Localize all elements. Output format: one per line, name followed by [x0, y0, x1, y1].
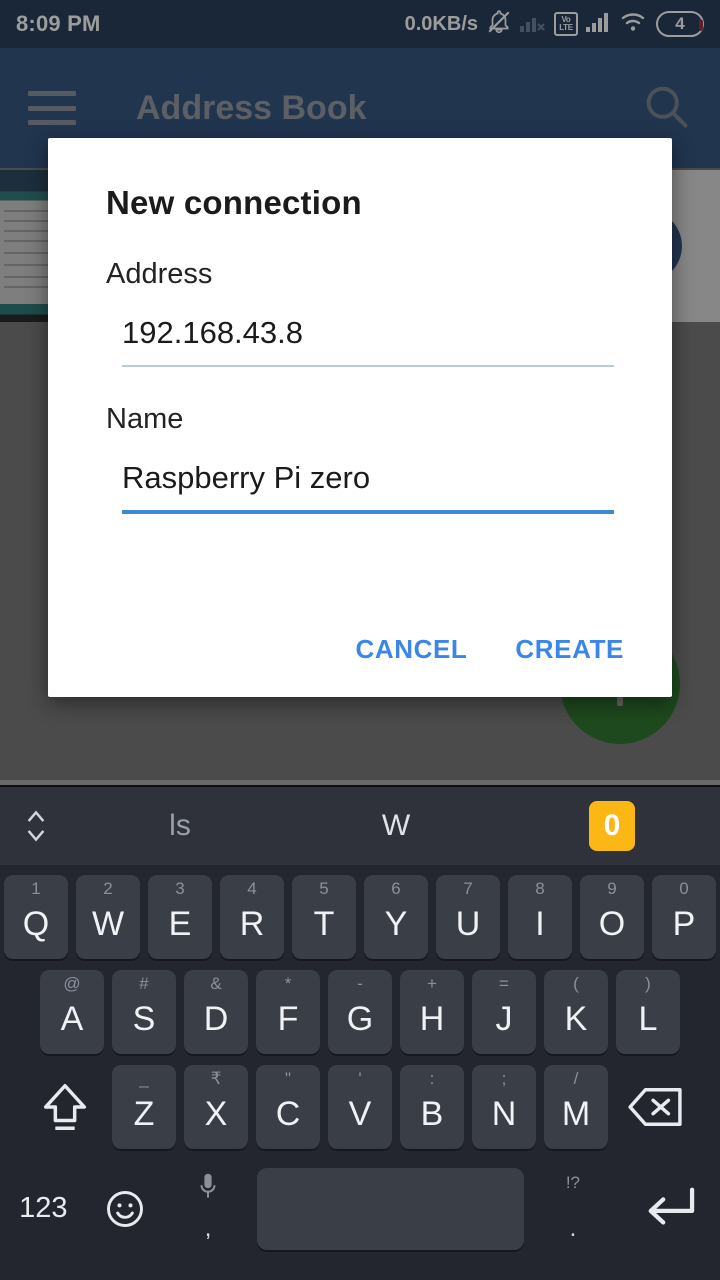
- key-l[interactable]: ) L: [616, 970, 680, 1054]
- key-o[interactable]: 9O: [580, 875, 644, 959]
- address-input-underline: [122, 365, 614, 367]
- key-x[interactable]: ₹ X: [184, 1065, 248, 1149]
- key-e[interactable]: 3E: [148, 875, 212, 959]
- key-m[interactable]: / M: [544, 1065, 608, 1149]
- key-k[interactable]: (K: [544, 970, 608, 1054]
- key-f[interactable]: * F: [256, 970, 320, 1054]
- key-a[interactable]: @ A: [40, 970, 104, 1054]
- key-z[interactable]: _ Z: [112, 1065, 176, 1149]
- microphone-key[interactable]: ,: [167, 1167, 249, 1251]
- suggestion-badge[interactable]: 0: [589, 801, 635, 851]
- chevron-up-down-icon[interactable]: [0, 805, 72, 847]
- dialog-actions: CANCEL CREATE: [355, 634, 624, 665]
- name-input[interactable]: Raspberry Pi zero: [122, 460, 614, 510]
- key-r[interactable]: 4R: [220, 875, 284, 959]
- key-n[interactable]: ; N: [472, 1065, 536, 1149]
- key-p[interactable]: 0P: [652, 875, 716, 959]
- key-d[interactable]: & D: [184, 970, 248, 1054]
- microphone-icon: [167, 1173, 249, 1204]
- period-key[interactable]: !? .: [532, 1167, 614, 1251]
- key-y[interactable]: 6Y: [364, 875, 428, 959]
- key-v[interactable]: ' V: [328, 1065, 392, 1149]
- name-field-group: Name Raspberry Pi zero: [106, 403, 614, 514]
- suggestion-item[interactable]: ls: [72, 809, 288, 843]
- key-u[interactable]: 7U: [436, 875, 500, 959]
- cancel-button[interactable]: CANCEL: [355, 634, 467, 665]
- key-i[interactable]: 8I: [508, 875, 572, 959]
- key-h[interactable]: + H: [400, 970, 464, 1054]
- suggestion-strip: ls W 0: [0, 787, 720, 865]
- key-c[interactable]: " C: [256, 1065, 320, 1149]
- address-input[interactable]: 192.168.43.8: [122, 315, 614, 365]
- punctuation-hint-label: !?: [565, 1172, 580, 1192]
- on-screen-keyboard: ls W 0 1Q 2W 3E 4R 5T 6Y 7U 8I 9O 0P @ A …: [0, 785, 720, 1280]
- period-key-label: .: [569, 1214, 577, 1242]
- shift-icon[interactable]: [26, 1065, 104, 1149]
- phone-screen: 8:09 PM 0.0KB/s Vo LTE 4 Address Book Ne…: [0, 0, 720, 1280]
- key-t[interactable]: 5T: [292, 875, 356, 959]
- address-field-label: Address: [106, 258, 213, 290]
- address-field-group: Address 192.168.43.8: [106, 258, 614, 367]
- suggestion-badge-wrap: 0: [504, 801, 720, 851]
- keyboard-row-4: 123 , !? .: [0, 1161, 720, 1256]
- name-field-label: Name: [106, 403, 184, 435]
- enter-return-icon[interactable]: [622, 1167, 716, 1251]
- key-b[interactable]: :B: [400, 1065, 464, 1149]
- suggestion-item[interactable]: W: [288, 809, 504, 843]
- numeric-mode-key[interactable]: 123: [4, 1167, 83, 1251]
- create-button[interactable]: CREATE: [515, 634, 624, 665]
- name-input-underline: [122, 510, 614, 514]
- keyboard-row-1: 1Q 2W 3E 4R 5T 6Y 7U 8I 9O 0P: [0, 873, 720, 961]
- key-j[interactable]: = J: [472, 970, 536, 1054]
- key-s[interactable]: # S: [112, 970, 176, 1054]
- emoji-smiley-icon[interactable]: [91, 1167, 159, 1251]
- dialog-title: New connection: [106, 184, 362, 221]
- keyboard-row-2: @ A # S & D * F -G + H = J (K ) L: [0, 968, 720, 1056]
- keyboard-row-3: _ Z ₹ X " C ' V :B ; N / M: [0, 1063, 720, 1151]
- backspace-icon[interactable]: [616, 1065, 694, 1149]
- comma-key-label: ,: [204, 1214, 212, 1242]
- key-w[interactable]: 2W: [76, 875, 140, 959]
- key-q[interactable]: 1Q: [4, 875, 68, 959]
- new-connection-dialog: New connection Address 192.168.43.8 Name…: [48, 138, 672, 697]
- key-g[interactable]: -G: [328, 970, 392, 1054]
- space-key[interactable]: [257, 1167, 524, 1250]
